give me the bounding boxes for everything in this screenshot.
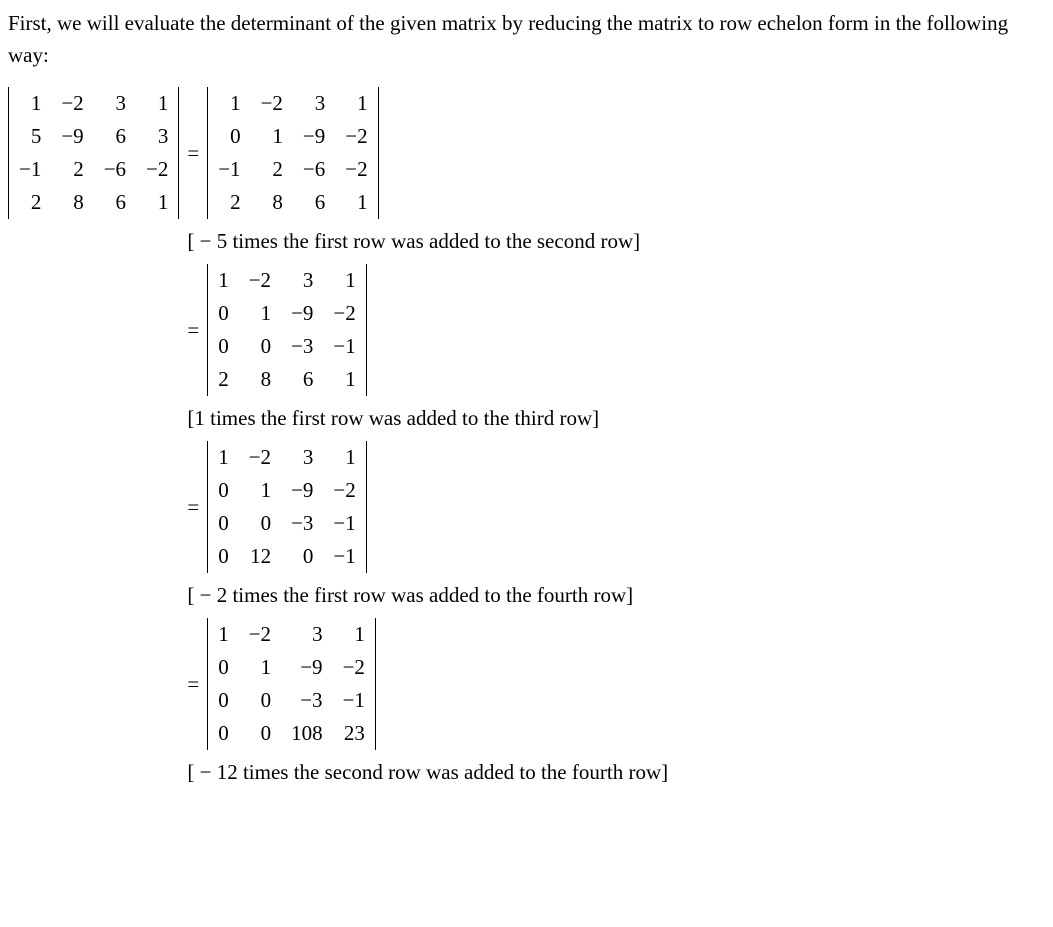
step-3-determinant: 1−231 01−9−2 00−3−1 0120−1 bbox=[207, 441, 367, 573]
intro-text: First, we will evaluate the determinant … bbox=[8, 8, 1045, 71]
step-2-determinant: 1−231 01−9−2 00−3−1 2861 bbox=[207, 264, 367, 396]
lhs-matrix: 1−231 5−963 −12−6−2 2861 bbox=[9, 87, 178, 219]
rhs-steps: = 1−231 01−9−2 −12−6−2 2861 [ − 5 times … bbox=[179, 87, 668, 795]
equals-sign: = bbox=[179, 318, 207, 343]
step-1: = 1−231 01−9−2 −12−6−2 2861 bbox=[179, 87, 668, 219]
step-3-matrix: 1−231 01−9−2 00−3−1 0120−1 bbox=[208, 441, 366, 573]
step-1-determinant: 1−231 01−9−2 −12−6−2 2861 bbox=[207, 87, 378, 219]
step-4: = 1−231 01−9−2 00−3−1 0010823 bbox=[179, 618, 668, 750]
step-1-matrix: 1−231 01−9−2 −12−6−2 2861 bbox=[208, 87, 377, 219]
step-3: = 1−231 01−9−2 00−3−1 0120−1 bbox=[179, 441, 668, 573]
step-2: = 1−231 01−9−2 00−3−1 2861 bbox=[179, 264, 668, 396]
lhs-determinant: 1−231 5−963 −12−6−2 2861 bbox=[8, 87, 179, 219]
equals-sign: = bbox=[179, 672, 207, 697]
equals-sign: = bbox=[179, 141, 207, 166]
step-1-explanation: [ − 5 times the first row was added to t… bbox=[187, 229, 668, 254]
step-4-determinant: 1−231 01−9−2 00−3−1 0010823 bbox=[207, 618, 376, 750]
step-3-explanation: [ − 2 times the first row was added to t… bbox=[187, 583, 668, 608]
step-2-matrix: 1−231 01−9−2 00−3−1 2861 bbox=[208, 264, 366, 396]
step-4-matrix: 1−231 01−9−2 00−3−1 0010823 bbox=[208, 618, 375, 750]
equals-sign: = bbox=[179, 495, 207, 520]
step-4-explanation: [ − 12 times the second row was added to… bbox=[187, 760, 668, 785]
math-block: 1−231 5−963 −12−6−2 2861 = 1−231 01−9−2 … bbox=[8, 87, 1045, 795]
step-2-explanation: [1 times the first row was added to the … bbox=[187, 406, 668, 431]
